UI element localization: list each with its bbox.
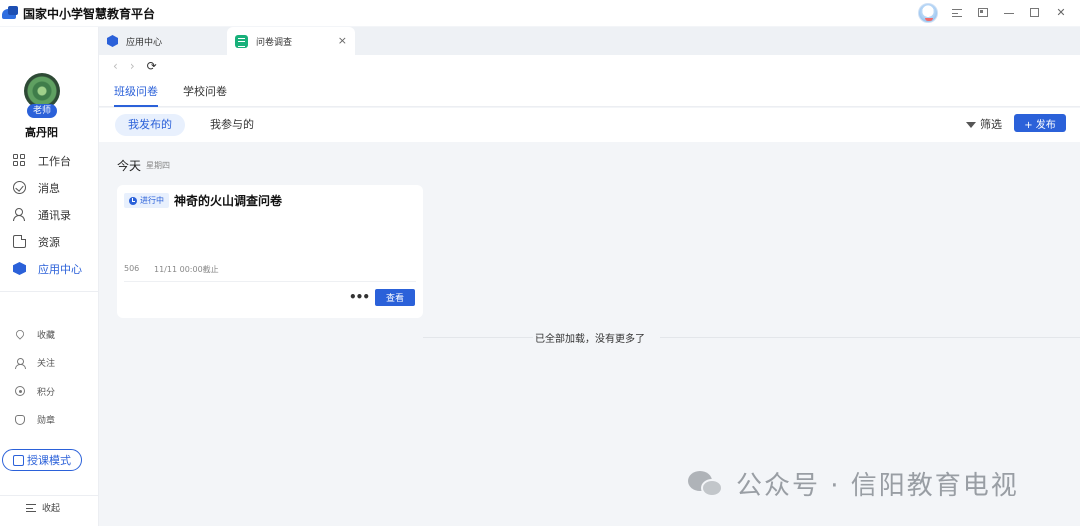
sidebar-item-follow[interactable]: 关注 [0,349,99,378]
refresh-icon[interactable]: ⟳ [147,59,157,73]
filter-bar: 我发布的 我参与的 筛选 + 发布 [99,108,1080,142]
survey-card[interactable]: 进行中 神奇的火山调查问卷 506 11/11 00:00截止 ••• 查看 [117,185,423,318]
filter-button[interactable]: 筛选 [966,116,1002,132]
main-nav: 工作台 消息 通讯录 资源 应用中心 [0,147,99,282]
sidebar-divider [0,291,99,292]
points-icon [15,386,25,397]
end-divider-left [423,337,533,338]
view-button[interactable]: 查看 [375,289,415,306]
tab-label: 应用中心 [126,37,163,48]
sidebar-item-resources[interactable]: 资源 [0,228,99,255]
picture-icon[interactable] [976,6,990,20]
role-badge: 老师 [27,104,57,118]
sidebar-item-points[interactable]: 积分 [0,377,99,406]
filter-participated[interactable]: 我参与的 [197,114,267,136]
tab-strip: 应用中心 问卷调查 × [99,27,1080,55]
sheet-icon [235,34,248,48]
menu-list-icon[interactable] [950,6,964,20]
close-tab-icon[interactable]: × [338,34,347,47]
teaching-mode-button[interactable]: 授课模式 [2,449,82,471]
secondary-nav: 收藏 关注 积分 勋章 [0,320,99,434]
sidebar-item-medals[interactable]: 勋章 [0,406,99,435]
sidebar-item-label: 关注 [37,359,56,370]
tab-label: 问卷调查 [256,37,293,48]
filter-published-by-me[interactable]: 我发布的 [115,114,185,136]
sidebar-item-label: 通讯录 [38,208,71,222]
deadline: 11/11 00:00截止 [154,265,219,274]
nav-toolbar: ‹ › ⟳ [99,55,1080,77]
dashboard-grid-icon [13,154,26,167]
app-center-hex-icon [107,35,118,47]
sidebar-item-favorites[interactable]: 收藏 [0,320,99,349]
message-check-icon [13,181,26,194]
filter-label: 筛选 [980,118,1002,131]
sidebar-item-app-center[interactable]: 应用中心 [0,255,99,282]
collapse-label: 收起 [42,504,61,514]
sidebar-item-label: 资源 [38,235,60,249]
watermark: 公众号 · 信阳教育电视 [688,465,1019,502]
collapse-icon [26,503,36,512]
user-name: 高丹阳 [25,126,58,139]
sidebar-item-workbench[interactable]: 工作台 [0,147,99,174]
forward-icon[interactable]: › [130,59,135,73]
card-divider [124,281,416,282]
follow-user-icon [15,357,26,369]
date-heading: 今天 [117,159,142,173]
end-divider-right [660,337,1080,338]
status-label: 进行中 [140,196,164,205]
title-bar: 国家中小学智慧教育平台 ✕ [0,0,1080,26]
app-logo-icon [2,4,20,22]
end-of-list-text: 已全部加载，没有更多了 [535,334,645,345]
tab-class-survey[interactable]: 班级问卷 [114,77,158,107]
heart-icon [14,328,26,340]
clock-icon [129,196,137,205]
sidebar-item-label: 工作台 [38,154,71,168]
wechat-logo-icon [688,469,724,499]
publish-button[interactable]: + 发布 [1014,114,1066,132]
sidebar-item-label: 积分 [37,387,56,398]
app-center-hex-icon [13,262,26,275]
watermark-text: 公众号 · 信阳教育电视 [736,471,1019,501]
teaching-mode-label: 授课模式 [27,454,71,467]
close-window-icon[interactable]: ✕ [1054,6,1068,20]
survey-title: 神奇的火山调查问卷 [174,194,283,208]
status-badge: 进行中 [124,193,169,208]
sidebar: 老师 高丹阳 工作台 消息 通讯录 资源 应用中心 收藏 关注 积分 勋章 授课… [0,27,99,526]
sidebar-item-label: 勋章 [37,416,56,427]
maximize-icon[interactable] [1028,6,1042,20]
date-weekday: 星期四 [146,161,170,170]
minimize-icon[interactable] [1002,6,1016,20]
teaching-mode-icon [13,454,24,466]
sidebar-item-messages[interactable]: 消息 [0,174,99,201]
medal-icon [15,414,25,425]
sidebar-item-label: 收藏 [37,330,56,341]
app-title: 国家中小学智慧教育平台 [23,6,156,21]
funnel-icon [966,122,976,128]
survey-subtabs: 班级问卷 学校问卷 [99,77,1080,107]
more-options-icon[interactable]: ••• [349,290,370,304]
sidebar-item-label: 应用中心 [38,262,82,276]
sidebar-item-contacts[interactable]: 通讯录 [0,201,99,228]
resource-file-icon [13,235,26,248]
response-count: 506 [124,264,140,273]
sidebar-item-label: 消息 [38,181,60,195]
contacts-icon [13,208,26,221]
mascot-avatar-icon[interactable] [918,3,938,23]
tab-school-survey[interactable]: 学校问卷 [183,77,227,107]
tab-survey[interactable]: 问卷调查 × [227,27,355,55]
collapse-sidebar-button[interactable]: 收起 [0,495,99,519]
tab-app-center[interactable]: 应用中心 [99,27,227,55]
back-icon[interactable]: ‹ [113,59,118,73]
